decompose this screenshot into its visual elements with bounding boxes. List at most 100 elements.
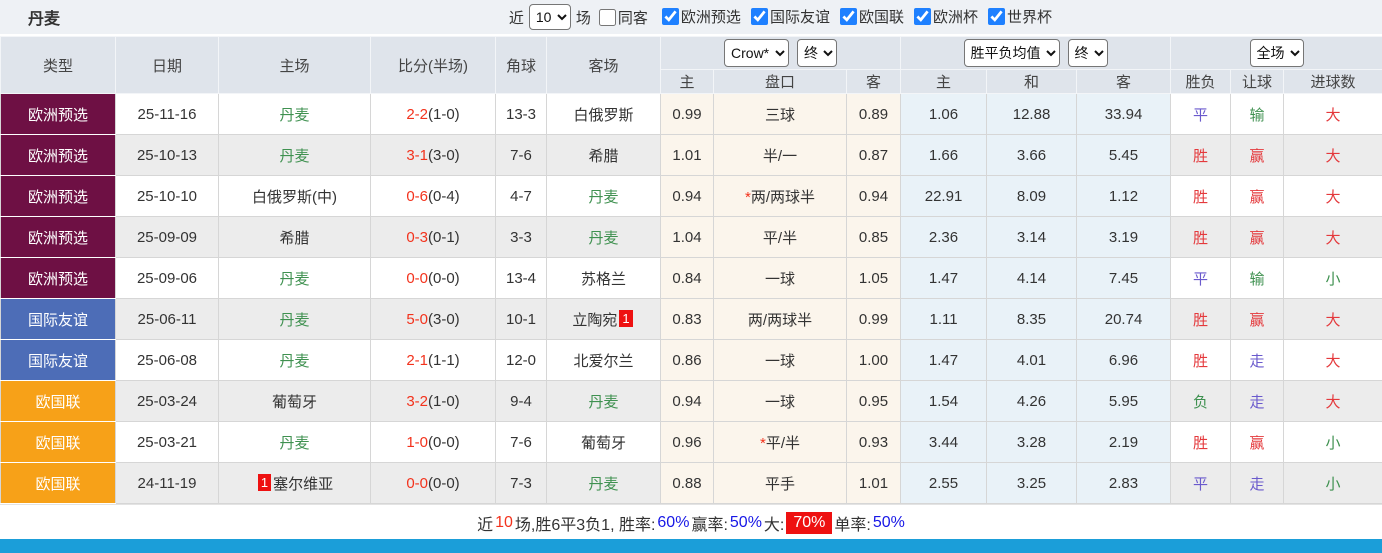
team-name: 丹麦: [279, 147, 310, 165]
filter-checkbox-1[interactable]: 欧洲预选: [661, 6, 741, 27]
col-header-avg-away: 客: [1076, 69, 1172, 94]
odds-time-select[interactable]: 终: [797, 39, 838, 67]
filter-checkbox-2[interactable]: 国际友谊: [750, 6, 830, 27]
handicap-cell: 三球: [713, 93, 847, 135]
home-team-cell: 丹麦: [218, 339, 371, 381]
team-name: 立陶宛: [572, 311, 618, 329]
home-team-cell: 丹麦: [218, 298, 371, 340]
avg-time-select[interactable]: 终: [1067, 39, 1108, 67]
same-venue-checkbox[interactable]: 同客: [598, 7, 648, 28]
avg-type-select[interactable]: 胜平负均值: [963, 39, 1060, 67]
summary-segment: 场,胜6平3负1, 胜率:: [514, 516, 656, 534]
avg-away-cell: 5.45: [1076, 134, 1172, 176]
filter-checkbox-4[interactable]: 欧洲杯: [913, 6, 978, 27]
result-wl-cell: 胜: [1170, 175, 1232, 217]
table-row: 国际友谊 25-06-11 丹麦 5-0(3-0) 10-1 立陶宛 1 0.83 两/两球半 0…: [0, 298, 1382, 340]
filter-checkbox-5[interactable]: 世界杯: [987, 6, 1052, 27]
handicap-cell: 两/两球半: [713, 298, 847, 340]
odds-away-cell: 1.00: [845, 339, 902, 381]
odds-home-cell: 0.94: [660, 175, 714, 217]
summary-segment: 10: [495, 513, 513, 531]
away-team-cell: 丹麦: [546, 216, 661, 258]
odds-home-cell: 1.04: [660, 216, 714, 258]
filter-checkbox-3[interactable]: 欧国联: [839, 6, 904, 27]
filter-input[interactable]: [661, 7, 679, 25]
team-name: 白俄罗斯: [573, 106, 634, 124]
bookmaker-select[interactable]: Crow*: [724, 39, 790, 67]
fulltime-score: 0-0: [406, 269, 428, 287]
result-wl-cell: 胜: [1170, 339, 1232, 381]
summary-segment: 50%: [729, 513, 762, 531]
team-name: 希腊: [588, 147, 619, 165]
recent-label: 近: [508, 9, 524, 27]
avg-home-cell: 1.47: [900, 339, 988, 381]
league-type-cell: 欧国联: [0, 421, 116, 463]
filter-input[interactable]: [750, 7, 768, 25]
col-header-type: 类型: [0, 36, 116, 94]
table-row: 欧洲预选 25-10-10 白俄罗斯(中) 0-6(0-4) 4-7 丹麦 0.94 *两/两…: [0, 175, 1382, 217]
league-type-cell: 欧洲预选: [0, 216, 116, 258]
corner-cell: 7-3: [495, 462, 547, 504]
result-goals-cell: 大: [1283, 298, 1382, 340]
scope-select[interactable]: 全场: [1249, 39, 1304, 67]
handicap-changed-star: *: [744, 188, 751, 206]
result-handicap-cell: 走: [1230, 380, 1285, 422]
avg-away-cell: 2.19: [1076, 421, 1172, 463]
table-row: 欧国联 25-03-24 葡萄牙 3-2(1-0) 9-4 丹麦 0.94 一球 0.95 1.5…: [0, 380, 1382, 422]
corner-cell: 13-3: [495, 93, 547, 135]
away-team-cell: 白俄罗斯: [546, 93, 661, 135]
odds-group-header: Crow* 终: [659, 36, 902, 70]
avg-home-cell: 2.36: [900, 216, 988, 258]
avg-draw-cell: 3.25: [986, 462, 1078, 504]
home-team-cell: 丹麦: [218, 134, 371, 176]
team-name: 丹麦: [279, 352, 310, 370]
result-wl-cell: 平: [1170, 93, 1232, 135]
col-header-avg-home: 主: [900, 69, 988, 94]
odds-away-cell: 0.95: [845, 380, 902, 422]
filter-input[interactable]: [839, 7, 857, 25]
score-cell: 0-0(0-0): [370, 257, 496, 299]
col-header-result-handicap: 让球: [1230, 69, 1285, 94]
odds-away-cell: 1.05: [845, 257, 902, 299]
table-row: 欧国联 25-03-21 丹麦 1-0(0-0) 7-6 葡萄牙 0.96 *平/半 0.93 3…: [0, 421, 1382, 463]
corner-cell: 3-3: [495, 216, 547, 258]
result-goals-cell: 大: [1283, 175, 1382, 217]
recent-count-select[interactable]: 10: [528, 4, 571, 30]
halftime-score: (1-0): [428, 392, 460, 410]
odds-home-cell: 0.94: [660, 380, 714, 422]
away-team-cell: 北爱尔兰: [546, 339, 661, 381]
team-name: 丹麦: [279, 311, 310, 329]
away-team-cell: 丹麦: [546, 462, 661, 504]
handicap-cell: 一球: [713, 380, 847, 422]
same-venue-input[interactable]: [598, 8, 616, 26]
result-handicap-cell: 赢: [1230, 134, 1285, 176]
avg-draw-cell: 3.66: [986, 134, 1078, 176]
avg-home-cell: 1.06: [900, 93, 988, 135]
fulltime-score: 0-6: [406, 187, 428, 205]
corner-cell: 10-1: [495, 298, 547, 340]
col-header-away: 客场: [546, 36, 661, 94]
odds-away-cell: 0.85: [845, 216, 902, 258]
fulltime-score: 3-1: [406, 146, 428, 164]
table-row: 欧洲预选 25-10-13 丹麦 3-1(3-0) 7-6 希腊 1.01 半/一 0.87 1.…: [0, 134, 1382, 176]
away-team-cell: 丹麦: [546, 380, 661, 422]
result-wl-cell: 胜: [1170, 421, 1232, 463]
team-name: 苏格兰: [580, 270, 626, 288]
summary-footer: 近 10 场,胜6平3负1, 胜率: 60% 赢率: 50% 大: 70% 单率: 50%: [0, 504, 1382, 540]
avg-away-cell: 20.74: [1076, 298, 1172, 340]
date-cell: 25-09-06: [115, 257, 219, 299]
result-goals-cell: 大: [1283, 93, 1382, 135]
halftime-score: (0-1): [428, 228, 460, 246]
result-goals-cell: 小: [1283, 257, 1382, 299]
filter-input[interactable]: [987, 7, 1005, 25]
fulltime-score: 2-2: [406, 105, 428, 123]
team-name: 葡萄牙: [580, 434, 626, 452]
score-cell: 1-0(0-0): [370, 421, 496, 463]
table-row: 国际友谊 25-06-08 丹麦 2-1(1-1) 12-0 北爱尔兰 0.86 一球 1.00…: [0, 339, 1382, 381]
avg-home-cell: 22.91: [900, 175, 988, 217]
filter-input[interactable]: [913, 7, 931, 25]
summary-segment: 大:: [763, 516, 785, 534]
result-wl-cell: 平: [1170, 257, 1232, 299]
team-name: 丹麦: [279, 434, 310, 452]
league-type-cell: 国际友谊: [0, 298, 116, 340]
